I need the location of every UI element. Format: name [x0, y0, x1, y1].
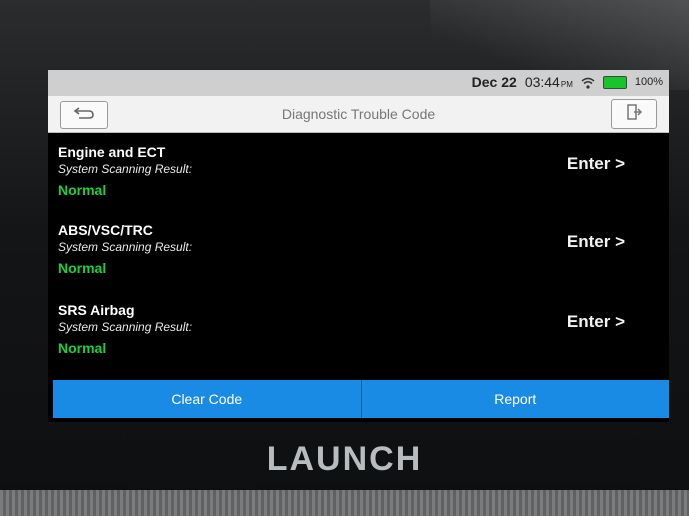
battery-icon	[602, 75, 627, 89]
scan-result-status: Normal	[58, 182, 107, 198]
status-right: Dec 22 03:44PM 100%	[472, 74, 663, 90]
report-button[interactable]: Report	[360, 380, 669, 418]
status-date: Dec 22	[471, 74, 517, 90]
exit-icon	[625, 103, 643, 126]
enter-button[interactable]: Enter >	[567, 232, 625, 252]
status-ampm: PM	[560, 80, 573, 89]
system-item-abs-vsc-trc[interactable]: ABS/VSC/TRC System Scanning Result: Norm…	[48, 210, 669, 286]
clear-code-button[interactable]: Clear Code	[53, 380, 361, 418]
brand-logo: LAUNCH	[266, 440, 423, 478]
exit-button[interactable]	[611, 99, 657, 129]
enter-button[interactable]: Enter >	[567, 154, 625, 174]
enter-button[interactable]: Enter >	[567, 312, 625, 332]
bottom-action-bar: Clear Code Report	[53, 380, 669, 418]
status-time-group: 03:44PM	[525, 74, 573, 90]
scan-result-label: System Scanning Result:	[58, 320, 193, 334]
system-item-srs-airbag[interactable]: SRS Airbag System Scanning Result: Norma…	[48, 290, 669, 366]
system-name: ABS/VSC/TRC	[58, 222, 153, 238]
scan-result-status: Normal	[58, 340, 107, 356]
wifi-icon	[581, 76, 595, 89]
scan-result-label: System Scanning Result:	[58, 240, 193, 254]
device-screen: Dec 22 03:44PM 100% Diagnostic Trouble C…	[48, 70, 669, 422]
battery-percent: 100%	[634, 76, 663, 88]
system-name: Engine and ECT	[58, 144, 166, 160]
scan-result-status: Normal	[58, 260, 107, 276]
status-bar: Dec 22 03:44PM 100%	[48, 70, 669, 96]
page-title: Diagnostic Trouble Code	[281, 106, 436, 122]
system-item-engine-ect[interactable]: Engine and ECT System Scanning Result: N…	[48, 132, 669, 208]
status-time: 03:44	[524, 74, 560, 90]
title-bar: Diagnostic Trouble Code	[48, 96, 669, 133]
scan-result-label: System Scanning Result:	[58, 162, 193, 176]
table-edge	[0, 490, 689, 516]
system-name: SRS Airbag	[58, 302, 135, 318]
